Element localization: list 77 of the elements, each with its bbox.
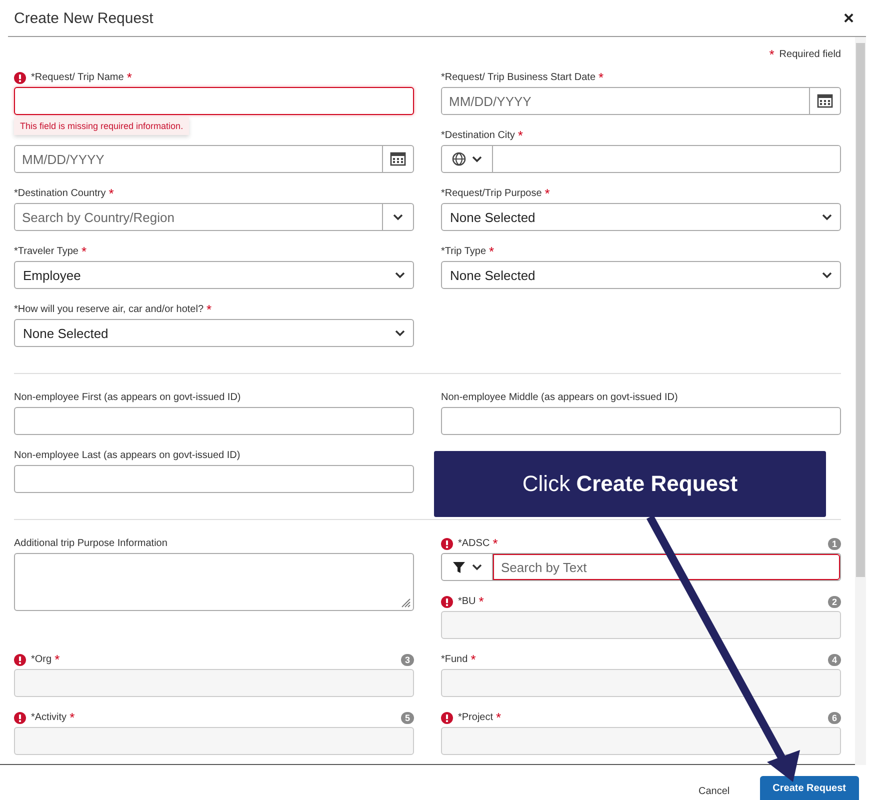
required-mark: * xyxy=(544,188,550,198)
field-label: *Request/ Trip Business Start Date xyxy=(441,72,596,83)
error-icon xyxy=(14,712,26,724)
cancel-link[interactable]: Cancel xyxy=(698,786,730,797)
required-mark: * xyxy=(496,712,502,722)
field-label: *Org xyxy=(31,654,52,665)
count-badge: 4 xyxy=(828,654,841,666)
required-mark: * xyxy=(54,654,60,664)
field-label: *Destination City xyxy=(441,130,515,141)
chevron-down-icon xyxy=(393,212,403,222)
city-field[interactable] xyxy=(441,145,841,173)
scrollbar-thumb[interactable] xyxy=(856,43,865,577)
count-badge: 2 xyxy=(828,596,841,608)
filter-icon xyxy=(452,560,466,574)
required-mark: * xyxy=(126,72,132,82)
chevron-down-icon xyxy=(822,212,832,222)
calendar-icon xyxy=(390,151,406,167)
calendar-icon xyxy=(817,93,833,109)
chevron-down-icon xyxy=(472,154,482,164)
field-label: Non-employee First (as appears on govt-issued ID) xyxy=(14,392,241,403)
select-field[interactable]: None Selected xyxy=(441,261,841,289)
error-icon xyxy=(441,538,453,550)
field-label: *Destination Country xyxy=(14,188,106,199)
adsc-field[interactable]: Search by Text xyxy=(441,553,841,581)
text-field[interactable] xyxy=(441,407,841,435)
required-mark: * xyxy=(470,654,476,664)
chevron-down-icon xyxy=(822,270,832,280)
text-field[interactable] xyxy=(14,465,414,493)
field-label: *Activity xyxy=(31,712,67,723)
field-label: *Request/ Trip Name xyxy=(31,72,124,83)
text-field[interactable] xyxy=(14,87,414,115)
field-label: *Fund xyxy=(441,654,468,665)
field-label: *Request/Trip Purpose xyxy=(441,188,542,199)
required-mark: * xyxy=(108,188,114,198)
select-field[interactable]: None Selected xyxy=(441,203,841,231)
required-mark: * xyxy=(81,246,87,256)
required-note: Required field xyxy=(779,49,841,60)
field-label: *ADSC xyxy=(458,538,490,549)
dialog-title: Create New Request xyxy=(14,10,154,26)
field-label: *How will you reserve air, car and/or hotel? xyxy=(14,304,204,315)
required-mark: * xyxy=(70,712,75,722)
required-mark: * xyxy=(492,538,498,548)
scrollbar[interactable] xyxy=(855,37,866,765)
select-field[interactable]: None Selected xyxy=(14,319,414,347)
error-icon xyxy=(14,654,26,666)
field-label: *Trip Type xyxy=(441,246,486,257)
required-mark: * xyxy=(518,130,523,140)
chevron-down-icon xyxy=(395,270,405,280)
count-badge: 3 xyxy=(400,654,414,666)
required-mark: * xyxy=(206,304,212,314)
error-icon xyxy=(441,596,453,608)
select-field[interactable]: Employee xyxy=(14,261,414,289)
field-label: *BU xyxy=(458,596,476,607)
create-request-button[interactable]: Create Request xyxy=(760,776,859,800)
field-label: Non-employee Last (as appears on govt-issued ID) xyxy=(14,450,240,461)
text-field[interactable] xyxy=(14,407,414,435)
required-mark: * xyxy=(769,50,774,60)
chevron-down-icon xyxy=(472,562,482,572)
field-label: Additional trip Purpose Information xyxy=(14,538,168,549)
globe-icon xyxy=(452,152,466,166)
text-area[interactable] xyxy=(14,553,414,611)
error-message: This field is missing required information. xyxy=(14,117,190,135)
callout-box: Click Create Request xyxy=(434,451,826,517)
field-label: *Project xyxy=(458,712,494,723)
field-label: *Traveler Type xyxy=(14,246,78,257)
chevron-down-icon xyxy=(395,328,405,338)
error-icon xyxy=(14,72,26,84)
count-badge: 6 xyxy=(828,712,841,724)
required-mark: * xyxy=(598,72,604,82)
required-mark: * xyxy=(489,246,494,256)
required-mark: * xyxy=(478,596,484,606)
count-badge: 1 xyxy=(828,538,841,550)
count-badge: 5 xyxy=(400,712,414,724)
close-button[interactable]: × xyxy=(843,8,854,28)
error-icon xyxy=(441,712,453,724)
search-field[interactable]: Search by Text xyxy=(493,554,840,580)
field-label: Non-employee Middle (as appears on govt-issued ID) xyxy=(441,392,678,403)
